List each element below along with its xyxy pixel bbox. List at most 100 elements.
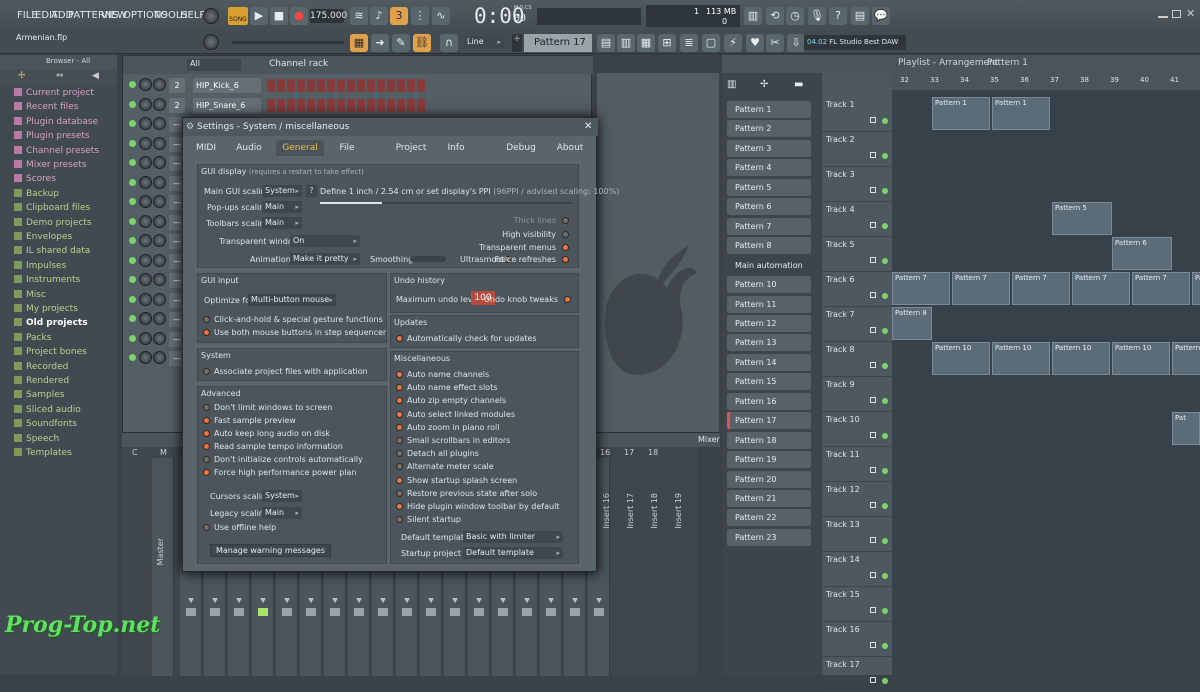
playlist-clip[interactable]: Pattern 1 bbox=[932, 97, 990, 130]
channel-name-button[interactable]: HIP_Snare_6 bbox=[193, 97, 261, 113]
step-button[interactable] bbox=[407, 79, 415, 92]
track-header[interactable]: Track 3 bbox=[822, 167, 892, 202]
channel-volume-knob[interactable] bbox=[153, 273, 166, 286]
misc-option[interactable]: Silent startup bbox=[396, 515, 461, 524]
channel-volume-knob[interactable] bbox=[153, 214, 166, 228]
channel-mute-led[interactable] bbox=[129, 198, 136, 205]
channel-mute-led[interactable] bbox=[129, 256, 136, 264]
browser-item[interactable]: Envelopes bbox=[14, 232, 72, 242]
track-lock-icon[interactable] bbox=[870, 397, 876, 403]
minimize-icon[interactable] bbox=[1158, 12, 1168, 18]
channel-rack-icon[interactable]: ▦ bbox=[637, 34, 655, 52]
pattern-item[interactable]: Pattern 21 bbox=[727, 490, 811, 507]
channel-volume-knob[interactable] bbox=[153, 195, 166, 208]
force-refreshes-led[interactable] bbox=[562, 256, 569, 263]
browser-item[interactable]: Current project bbox=[14, 88, 94, 98]
browser-item[interactable]: Templates bbox=[14, 448, 72, 458]
track-lock-icon[interactable] bbox=[870, 257, 876, 263]
scissors-icon[interactable]: ✂ bbox=[766, 34, 784, 52]
step-button[interactable] bbox=[297, 79, 305, 92]
browser-item[interactable]: Instruments bbox=[14, 275, 80, 285]
track-lock-icon[interactable] bbox=[870, 222, 876, 228]
channel-mute-led[interactable] bbox=[129, 178, 136, 186]
channel-number[interactable]: 2 bbox=[169, 97, 185, 113]
step-button[interactable] bbox=[277, 79, 285, 92]
track-mute-led[interactable] bbox=[882, 608, 888, 614]
pattern-item[interactable]: Pattern 5 bbox=[727, 178, 811, 196]
insert-route-arrow[interactable] bbox=[476, 598, 482, 603]
browser-item[interactable]: IL shared data bbox=[14, 246, 90, 256]
reset-icon[interactable]: ⟲ bbox=[766, 7, 784, 25]
pattern-item[interactable]: Pattern 3 bbox=[727, 139, 811, 157]
option-led[interactable] bbox=[396, 463, 403, 471]
track-header[interactable]: Track 15 bbox=[822, 587, 892, 622]
pattern-item[interactable]: Pattern 20 bbox=[727, 470, 811, 488]
menu-help[interactable]: HELP bbox=[180, 10, 205, 21]
track-lock-icon[interactable] bbox=[870, 642, 876, 648]
playlist-icon[interactable]: ▤ bbox=[597, 34, 615, 52]
browser-item[interactable]: Misc bbox=[14, 289, 46, 300]
misc-option[interactable]: Auto select linked modules bbox=[396, 410, 515, 419]
step-button[interactable] bbox=[267, 98, 275, 112]
link-icon[interactable]: ⛓ bbox=[413, 34, 431, 52]
option-led[interactable] bbox=[396, 371, 403, 378]
pattern-item[interactable]: Pattern 7 bbox=[727, 217, 811, 235]
channel-volume-knob[interactable] bbox=[153, 156, 166, 169]
option-led[interactable] bbox=[396, 516, 403, 524]
animations-select[interactable]: Make it pretty bbox=[290, 253, 360, 265]
step-edit-icon[interactable]: ⋮ bbox=[411, 7, 429, 25]
track-mute-led[interactable] bbox=[882, 503, 888, 509]
insert-fader[interactable] bbox=[402, 608, 412, 616]
insert-route-arrow[interactable] bbox=[356, 598, 362, 603]
pattern-add-icon[interactable]: + bbox=[512, 34, 522, 52]
insert-fader[interactable] bbox=[522, 608, 532, 616]
insert-route-arrow[interactable] bbox=[596, 598, 602, 603]
channel-volume-knob[interactable] bbox=[153, 253, 166, 267]
insert-fader[interactable] bbox=[234, 608, 244, 616]
channel-mute-led[interactable] bbox=[129, 315, 136, 322]
pattern-song-icon[interactable]: ≋ bbox=[350, 7, 368, 25]
channel-volume-knob[interactable] bbox=[153, 351, 166, 364]
tab-debug[interactable]: Debug bbox=[501, 140, 541, 156]
playlist-clip[interactable]: Pattern 8 bbox=[892, 307, 932, 340]
channel-mute-led[interactable] bbox=[129, 237, 136, 244]
master-strip[interactable]: Master bbox=[152, 458, 174, 676]
track-mute-led[interactable] bbox=[882, 118, 888, 124]
option-led[interactable] bbox=[203, 417, 210, 424]
track-lock-icon[interactable] bbox=[870, 467, 876, 473]
misc-option[interactable]: Detach all plugins bbox=[396, 449, 479, 458]
channel-pan-knob[interactable] bbox=[139, 117, 152, 130]
snap-icon[interactable]: ▦ bbox=[350, 34, 368, 52]
news-ticker[interactable]: 04.02 FL Studio Best DAW bbox=[804, 35, 906, 50]
browser-item[interactable]: My projects bbox=[14, 304, 78, 314]
track-lock-icon[interactable] bbox=[870, 187, 876, 193]
channel-pan-knob[interactable] bbox=[139, 156, 152, 169]
option-led[interactable] bbox=[203, 430, 210, 437]
step-button[interactable] bbox=[417, 79, 425, 92]
insert-fader[interactable] bbox=[210, 608, 220, 616]
channel-pan-knob[interactable] bbox=[139, 78, 152, 91]
track-mute-led[interactable] bbox=[882, 398, 888, 404]
startup-project-select[interactable]: Default template bbox=[463, 547, 563, 559]
pattern-item[interactable]: Pattern 15 bbox=[727, 373, 811, 391]
playlist-clip[interactable]: Pattern 10 bbox=[1052, 342, 1110, 375]
option-led[interactable] bbox=[396, 489, 403, 497]
track-mute-led[interactable] bbox=[882, 538, 888, 544]
pattern-item-automation[interactable]: Main automation bbox=[727, 257, 811, 274]
track-mute-led[interactable] bbox=[882, 258, 888, 264]
track-header[interactable]: Track 16 bbox=[822, 622, 892, 657]
playlist-clip[interactable]: Pattern 7 bbox=[1192, 272, 1200, 305]
channel-name-button[interactable]: HIP_Kick_6 bbox=[193, 78, 261, 93]
insert-fader[interactable] bbox=[474, 608, 484, 616]
tab-file[interactable]: File bbox=[331, 140, 363, 156]
tab-about[interactable]: About bbox=[550, 140, 590, 156]
misc-option[interactable]: Alternate meter scale bbox=[396, 462, 494, 471]
save-icon[interactable]: ▤ bbox=[851, 7, 869, 25]
insert-fader[interactable] bbox=[306, 608, 316, 616]
channel-pan-knob[interactable] bbox=[139, 292, 152, 306]
automation-icon[interactable]: ✢ bbox=[760, 79, 768, 90]
insert-route-arrow[interactable] bbox=[212, 598, 218, 603]
track-lock-icon[interactable] bbox=[870, 677, 876, 683]
channel-mute-led[interactable] bbox=[129, 81, 136, 88]
pattern-item[interactable]: Pattern 6 bbox=[727, 198, 811, 216]
